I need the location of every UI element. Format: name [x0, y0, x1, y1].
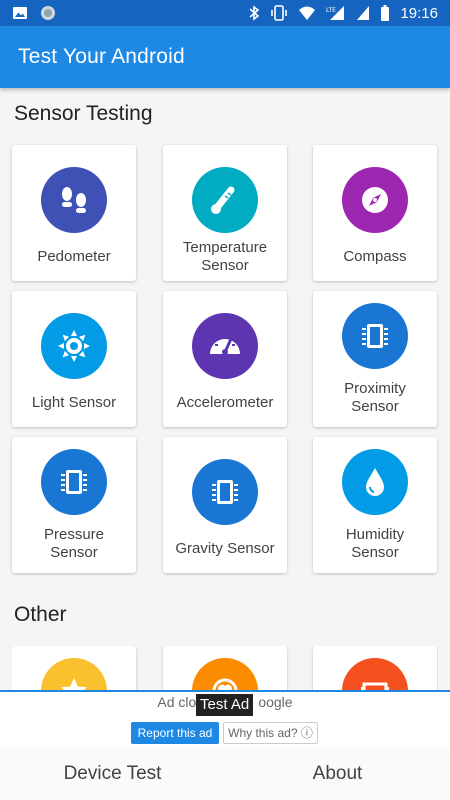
card-label: Proximity Sensor — [344, 380, 406, 415]
card-pressure-sensor[interactable]: Pressure Sensor — [12, 437, 136, 573]
chip-icon — [342, 303, 408, 369]
sync-circle-icon — [41, 6, 55, 20]
footprints-icon — [41, 167, 107, 233]
card-light-sensor[interactable]: Light Sensor — [12, 291, 136, 427]
card-other-2[interactable] — [163, 646, 287, 690]
card-pedometer[interactable]: Pedometer — [12, 145, 136, 281]
app-bar: Test Your Android — [0, 26, 450, 88]
card-label: Accelerometer — [176, 394, 274, 411]
chip-icon — [192, 459, 258, 525]
card-other-3[interactable] — [313, 646, 437, 690]
section-title-sensor-testing: Sensor Testing — [14, 102, 153, 125]
card-compass[interactable]: Compass — [313, 145, 437, 281]
card-label: Compass — [343, 248, 407, 265]
status-bar: LTE 19:16 — [0, 0, 450, 26]
star-icon — [41, 658, 107, 690]
sun-icon — [41, 313, 107, 379]
sensor-grid: Pedometer Temperature Sensor Compass Lig… — [12, 145, 438, 575]
lte-signal-icon: LTE — [326, 6, 345, 20]
card-temperature-sensor[interactable]: Temperature Sensor — [163, 145, 287, 281]
card-label: Pressure Sensor — [43, 526, 105, 561]
ad-closed-text-end: oogle — [258, 694, 293, 710]
card-other-1[interactable] — [12, 646, 136, 690]
battery-icon — [381, 5, 390, 21]
chip-icon — [41, 449, 107, 515]
card-humidity-sensor[interactable]: Humidity Sensor — [313, 437, 437, 573]
screen-icon — [342, 658, 408, 690]
card-proximity-sensor[interactable]: Proximity Sensor — [313, 291, 437, 427]
ad-closed-text-start: Ad clo — [157, 694, 197, 710]
status-time: 19:16 — [400, 4, 438, 22]
vibrate-icon — [271, 5, 288, 21]
compass-icon — [342, 167, 408, 233]
card-label: Humidity Sensor — [345, 526, 405, 561]
wifi-icon — [299, 6, 316, 20]
why-this-ad-button[interactable]: Why this ad? ⓘ — [223, 722, 318, 744]
thermometer-icon — [192, 167, 258, 233]
bluetooth-icon — [249, 5, 260, 21]
other-grid — [12, 646, 438, 690]
card-gravity-sensor[interactable]: Gravity Sensor — [163, 437, 287, 573]
card-accelerometer[interactable]: Accelerometer — [163, 291, 287, 427]
speedometer-icon — [192, 313, 258, 379]
bottom-nav: Device Test About — [0, 748, 450, 800]
card-label: Pedometer — [37, 248, 111, 265]
tab-device-test[interactable]: Device Test — [0, 748, 225, 800]
ad-banner: Ad clo oogle Test Ad Report this ad Why t… — [0, 690, 450, 748]
section-title-other: Other — [14, 603, 67, 626]
signal-icon — [357, 6, 370, 20]
card-label: Light Sensor — [31, 394, 117, 411]
card-label: Temperature Sensor — [182, 239, 268, 274]
drop-icon — [342, 449, 408, 515]
image-icon — [13, 7, 27, 19]
app-title: Test Your Android — [18, 45, 185, 68]
card-label: Gravity Sensor — [175, 540, 275, 557]
svg-text:LTE: LTE — [326, 7, 336, 14]
tab-about[interactable]: About — [225, 748, 450, 800]
report-ad-button[interactable]: Report this ad — [131, 722, 219, 744]
heart-icon — [192, 658, 258, 690]
test-ad-label: Test Ad — [196, 694, 254, 716]
